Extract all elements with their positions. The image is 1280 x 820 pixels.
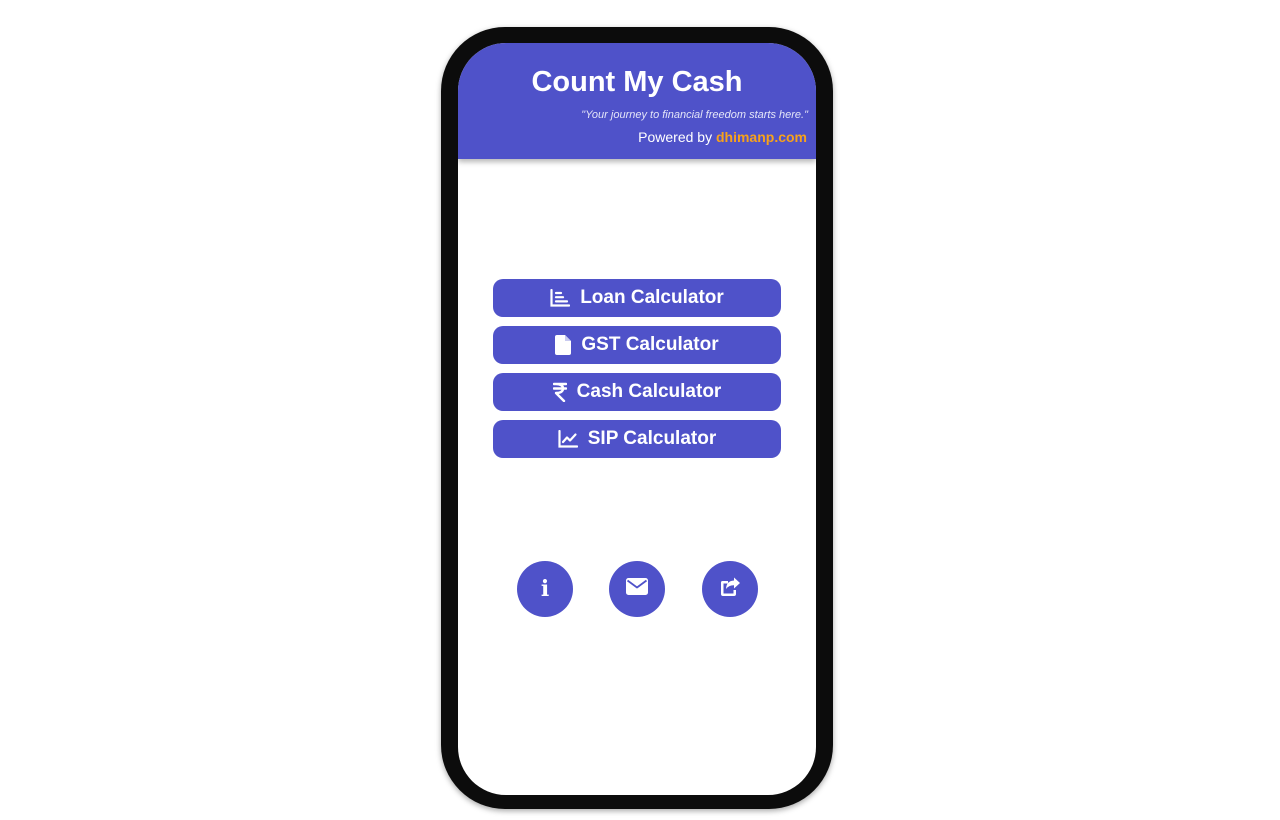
powered-by-label: Powered by <box>638 129 713 145</box>
cash-calculator-button[interactable]: Cash Calculator <box>493 373 781 411</box>
phone-screen: Count My Cash "Your journey to financial… <box>458 43 816 795</box>
app-header: Count My Cash "Your journey to financial… <box>458 43 816 159</box>
cash-calculator-label: Cash Calculator <box>576 381 722 402</box>
share-button[interactable] <box>702 561 758 617</box>
envelope-icon <box>626 578 648 600</box>
gst-calculator-label: GST Calculator <box>581 334 719 355</box>
email-button[interactable] <box>609 561 665 617</box>
powered-by: Powered by dhimanp.com <box>638 128 807 146</box>
info-icon: i <box>540 576 550 602</box>
sip-calculator-label: SIP Calculator <box>587 428 717 449</box>
loan-calculator-button[interactable]: Loan Calculator <box>493 279 781 317</box>
line-chart-icon <box>558 430 578 448</box>
rupee-icon <box>552 382 567 402</box>
gst-calculator-button[interactable]: GST Calculator <box>493 326 781 364</box>
app-tagline: "Your journey to financial freedom start… <box>581 109 808 121</box>
info-button[interactable]: i <box>517 561 573 617</box>
share-icon <box>719 577 741 602</box>
file-icon <box>555 335 572 355</box>
powered-by-link[interactable]: dhimanp.com <box>716 129 807 145</box>
app-title: Count My Cash <box>531 66 743 98</box>
list-chart-icon <box>550 289 571 307</box>
loan-calculator-label: Loan Calculator <box>580 287 724 308</box>
sip-calculator-button[interactable]: SIP Calculator <box>493 420 781 458</box>
